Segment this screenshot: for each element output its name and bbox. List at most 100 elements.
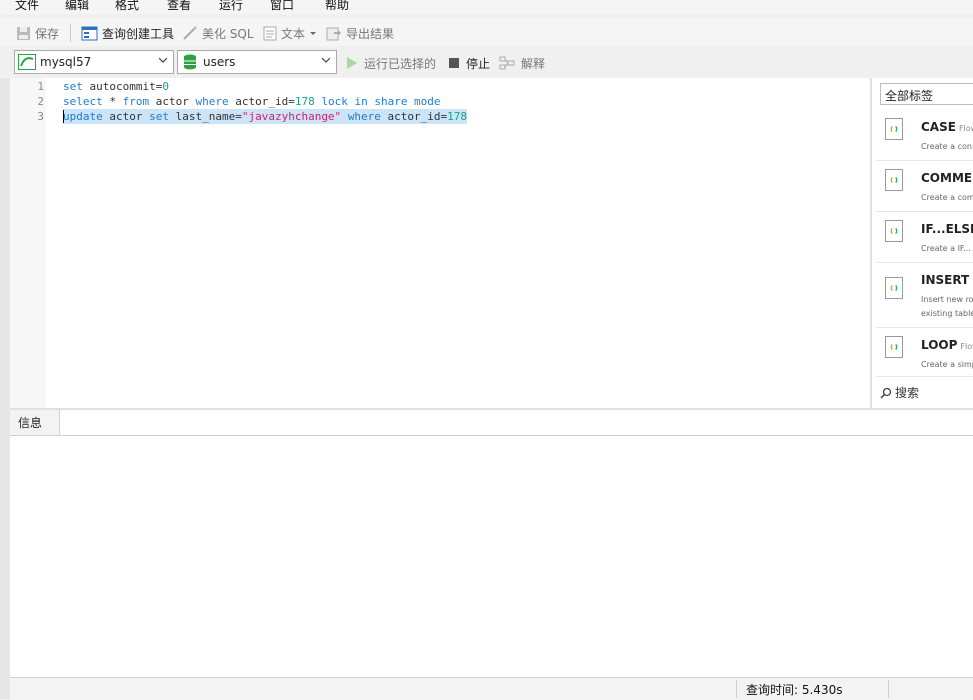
query-time: 查询时间: 5.430s [746,683,843,697]
code-token: autocommit= [82,80,163,93]
connection-name: mysql57 [40,55,92,69]
text-document-icon [263,26,277,40]
snippet-code-icon [885,336,903,358]
snippet-item[interactable]: LOOPFlow Create a simp [876,330,973,377]
search-icon [880,387,892,399]
code-token: set [149,110,169,123]
code-token: actor [149,95,196,108]
snippet-category: Flow [958,124,973,133]
snippet-description: existing table [921,309,973,318]
menu-bar: 文件 编辑 格式 查看 运行 窗口 帮助 [0,0,973,14]
save-button[interactable]: 保存 [16,24,59,42]
sql-editor[interactable]: 1 2 3 set autocommit=0 select * from act… [10,78,869,408]
menu-file[interactable]: 文件 [15,0,39,13]
stop-button[interactable]: 停止 [448,54,490,72]
snippet-title: LOOPFlow [921,338,973,352]
beautify-sql-button[interactable]: 美化 SQL [182,24,254,42]
menu-help[interactable]: 帮助 [325,0,349,13]
snippets-panel: 全部标签 CASEFlow Create a con COMMEN Create… [871,78,973,408]
export-icon [326,27,341,40]
database-icon [184,54,196,70]
result-tab-bar: 信息 [10,410,973,436]
text-label: 文本 [281,26,306,41]
snippet-title: INSERT S [921,273,973,287]
snippet-code-icon [885,169,903,191]
mysql-connection-icon [18,54,36,70]
snippet-item[interactable]: INSERT S Insert new ro existing table [876,265,973,328]
query-builder-icon [81,26,98,40]
stop-icon [449,58,459,68]
snippet-code-icon [885,118,903,140]
snippet-item[interactable]: IF...ELSE... Create a IF... [876,214,973,263]
chevron-down-icon [322,57,330,63]
run-selected-button[interactable]: 运行已选择的 [346,54,436,72]
connection-select[interactable]: mysql57 [14,50,174,74]
caret-down-icon [310,32,317,35]
snippet-description: Create a IF... [921,244,971,253]
search-label: 搜索 [895,386,920,400]
snippet-title: CASEFlow [921,120,973,134]
code-line-1[interactable]: set autocommit=0 [63,80,169,93]
code-token: select [63,95,103,108]
snippet-category: Flow [960,342,973,351]
run-selected-label: 运行已选择的 [364,56,437,71]
code-token: "javazyhchange" [241,110,342,123]
snippet-title: COMMEN [921,171,973,185]
code-token: from [122,95,150,108]
code-token: 178 [447,110,468,123]
database-select[interactable]: users [177,50,337,74]
snippet-description: Create a con [921,142,972,151]
play-icon [347,57,357,69]
status-divider [888,680,889,698]
query-builder-label: 查询创建工具 [102,26,175,41]
query-builder-button[interactable]: 查询创建工具 [81,24,174,42]
code-line-2[interactable]: select * from actor where actor_id=178 l… [63,95,441,108]
menu-window[interactable]: 窗口 [270,0,294,13]
snippet-item[interactable]: CASEFlow Create a con [876,112,973,161]
status-bar: 查询时间: 5.430s [10,677,973,700]
code-line-3-selected[interactable]: update actor set last_name="javazyhchang… [63,109,468,124]
stop-label: 停止 [466,56,491,71]
code-token: update [63,110,103,123]
code-token: 178 [294,95,315,108]
snippet-item[interactable]: COMMEN Create a com [876,163,973,212]
database-name: users [203,55,236,69]
explain-button[interactable]: 解释 [499,54,545,72]
save-icon [17,26,30,40]
toolbar: 保存 查询创建工具 美化 SQL 文本 导出结果 [0,18,973,46]
snippet-description: Create a com [921,193,973,202]
status-divider [736,680,737,698]
result-message-area [10,436,973,677]
line-number: 2 [37,95,44,108]
snippet-tag-filter[interactable]: 全部标签 [880,83,973,105]
explain-icon [499,56,515,70]
code-token: where [347,110,381,123]
menu-view[interactable]: 查看 [167,0,191,13]
line-number-gutter: 1 2 3 [10,78,46,408]
code-token: actor_id= [380,110,448,123]
line-number: 3 [37,110,44,123]
menu-run[interactable]: 运行 [219,0,243,13]
snippet-description: Create a simp [921,360,973,369]
line-number: 1 [37,80,44,93]
snippet-title: IF...ELSE... [921,222,973,236]
code-token: actor [102,110,150,123]
export-results-label: 导出结果 [346,26,395,41]
menu-edit[interactable]: 编辑 [65,0,89,13]
chevron-down-icon [159,57,167,63]
snippet-code-icon [885,220,903,242]
tab-info[interactable]: 信息 [10,410,60,435]
code-token: 0 [162,80,169,93]
snippet-search[interactable]: 搜索 [880,384,919,401]
magic-wand-icon [183,26,197,40]
save-label: 保存 [35,26,60,41]
code-token: actor_id= [228,95,295,108]
text-button[interactable]: 文本 [263,24,317,42]
menu-format[interactable]: 格式 [115,0,139,13]
export-results-button[interactable]: 导出结果 [326,24,394,42]
explain-label: 解释 [521,56,546,71]
beautify-sql-label: 美化 SQL [202,26,254,41]
text-cursor [63,110,64,123]
code-token: last_name= [168,110,242,123]
